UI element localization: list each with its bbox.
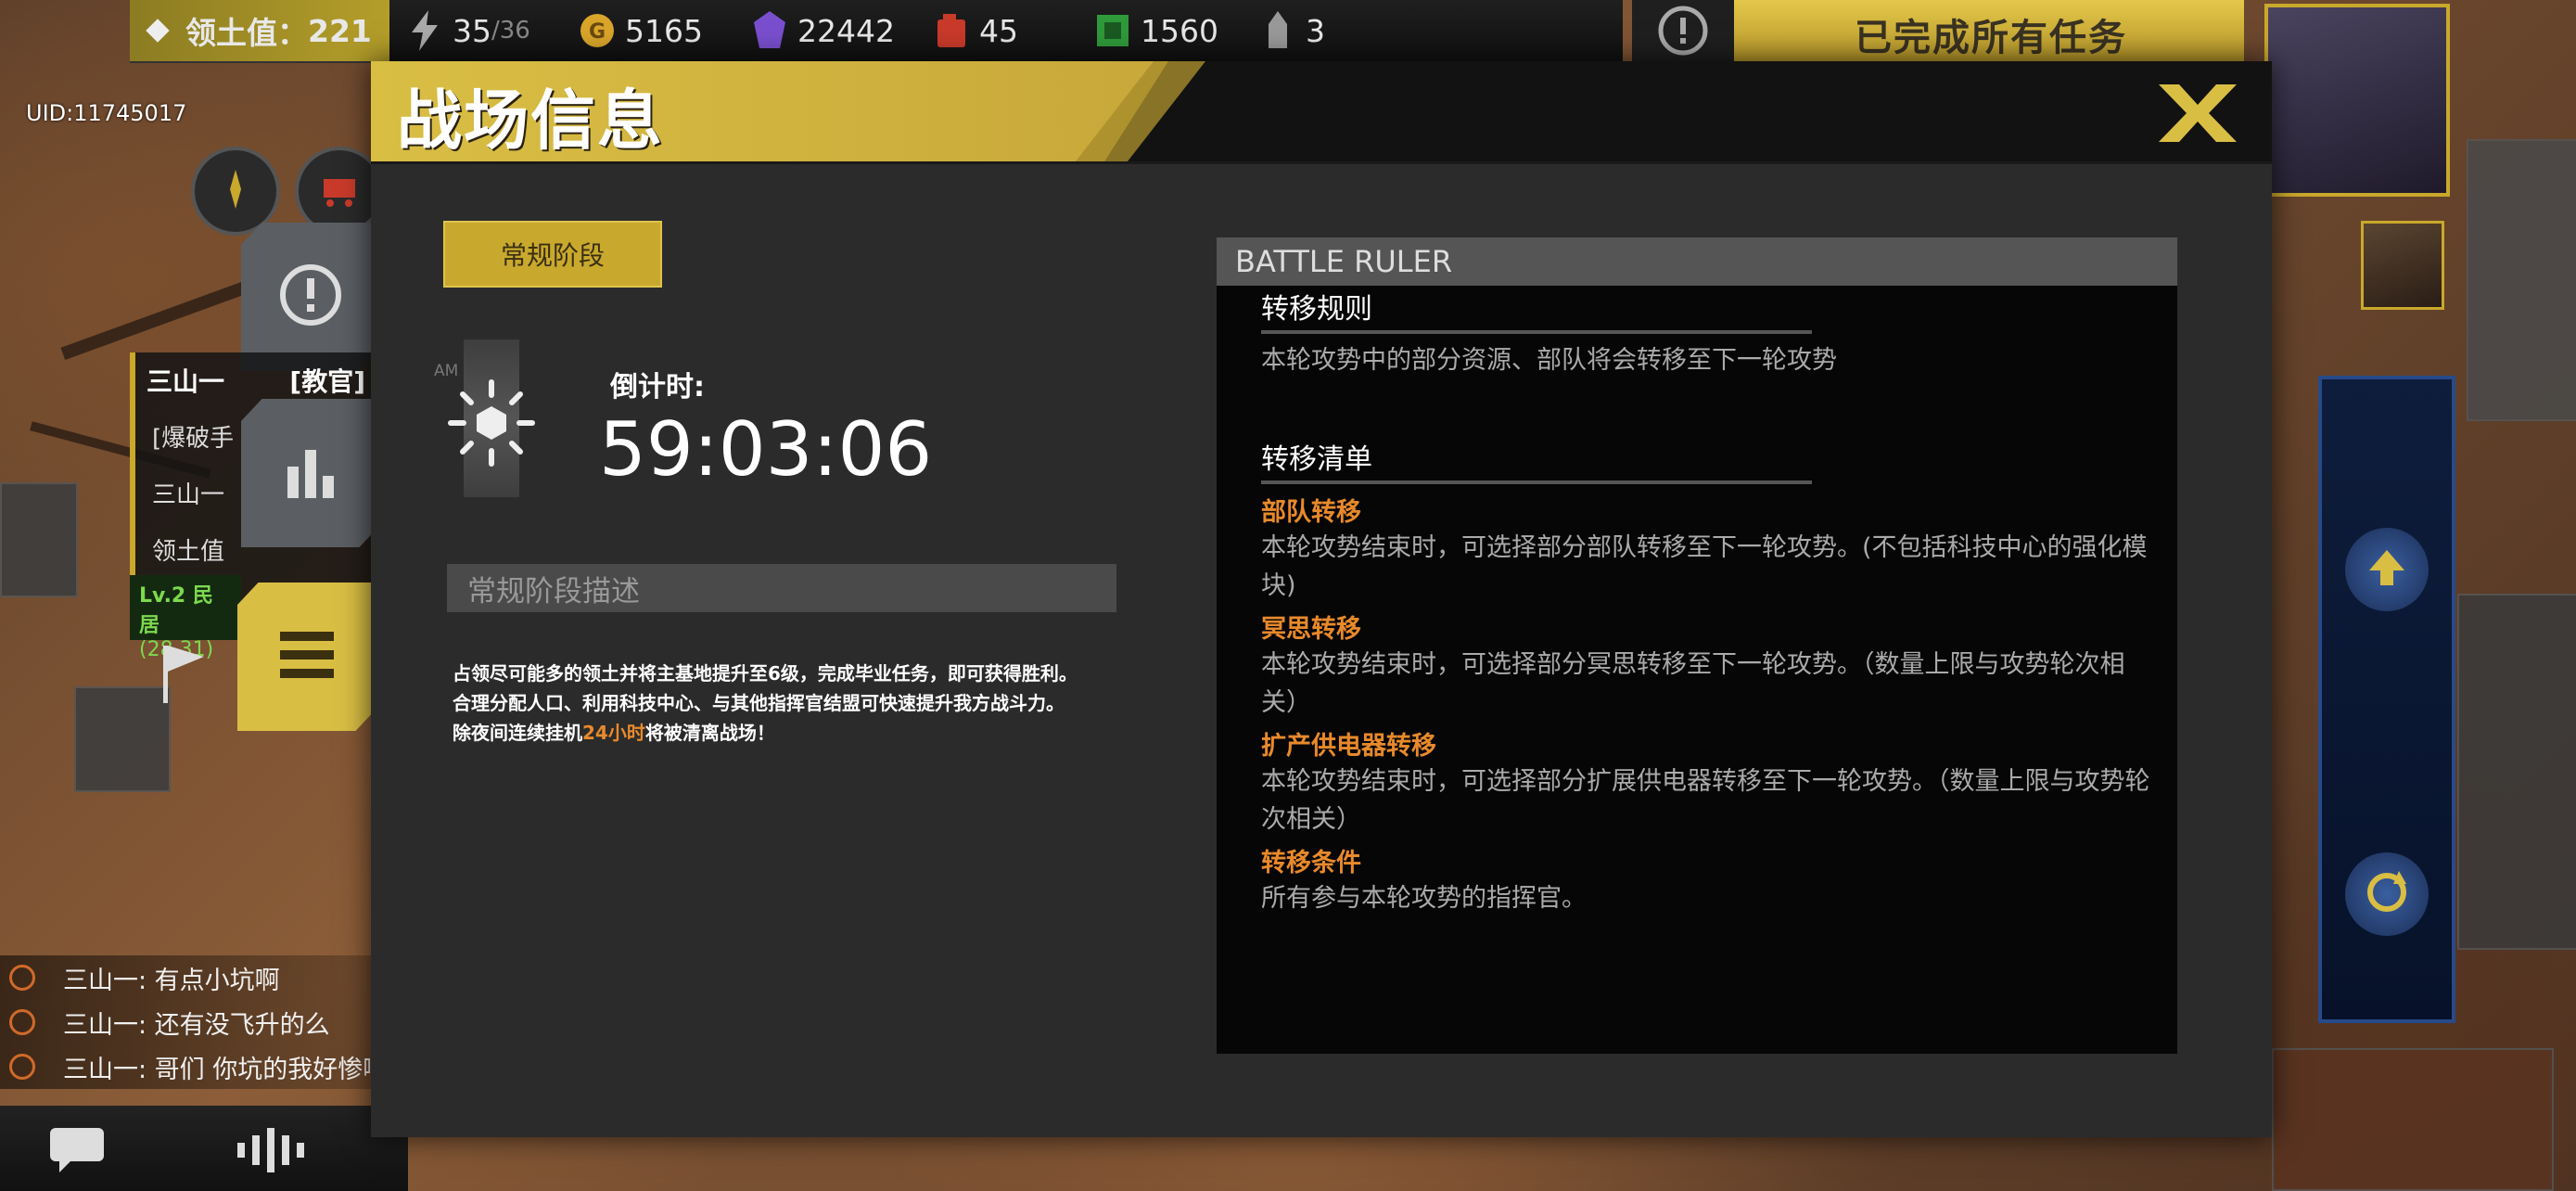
chip-resource[interactable]: 1560 <box>1094 7 1218 54</box>
gold-coin-icon: G <box>579 12 616 49</box>
time-of-day-indicator: AM <box>434 339 555 497</box>
player-name: 三山一 <box>147 366 225 397</box>
energy-max: /36 <box>491 17 530 45</box>
chat-marker-icon <box>9 1054 35 1080</box>
territory-box[interactable]: 领土值： 221 <box>130 0 389 61</box>
chat-icon[interactable] <box>46 1124 108 1180</box>
rules-title: BATTLE RULER <box>1217 237 2177 286</box>
transfer-item-text: 所有参与本轮攻势的指挥官。 <box>1261 884 1587 913</box>
fuel-value: 45 <box>979 12 1018 49</box>
refresh-icon <box>2362 867 2412 921</box>
flag-icon <box>156 646 211 709</box>
transfer-rule-text: 本轮攻势中的部分资源、部队将会转移至下一轮攻势 <box>1261 346 1837 375</box>
chat-message: 三山一: 哥们 你坑的我好惨啊 <box>0 1044 389 1089</box>
commander-avatar[interactable] <box>2264 4 2450 197</box>
ammo-value: 3 <box>1306 12 1325 49</box>
upload-icon <box>2364 544 2410 595</box>
battle-rules-panel[interactable]: BATTLE RULER 转移规则 本轮攻势中的部分资源、部队将会转移至下一轮攻… <box>1217 237 2177 1054</box>
hero-avatar[interactable] <box>2361 221 2444 310</box>
phase-tag[interactable]: 常规阶段 <box>443 221 662 288</box>
user-id: UID:11745017 <box>26 100 187 126</box>
transfer-item-title: 冥思转移 <box>1261 615 1361 644</box>
phase-description-header: 常规阶段描述 <box>447 564 1116 612</box>
voice-icon[interactable] <box>232 1124 325 1180</box>
crystal-value: 22442 <box>797 12 895 49</box>
transfer-item-text: 本轮攻势结束时，可选择部分冥思转移至下一轮攻势。（数量上限与攻势轮次相关） <box>1261 650 2125 717</box>
countdown-timer: 59:03:06 <box>599 406 933 493</box>
energy-icon <box>406 10 443 51</box>
transfer-item-text: 本轮攻势结束时，可选择部分扩展供电器转移至下一轮攻势。（数量上限与攻势轮次相关） <box>1261 767 2150 834</box>
warning-icon <box>1632 0 1734 61</box>
energy-resource[interactable]: 35/36 <box>406 7 530 54</box>
transfer-list-title: 转移清单 <box>1261 443 1372 476</box>
chip-icon <box>1094 12 1131 49</box>
energy-value: 35 <box>453 12 491 49</box>
close-button[interactable] <box>2151 78 2244 152</box>
territory-label: 领土值： <box>185 15 308 51</box>
crystal-resource[interactable]: 22442 <box>751 7 895 54</box>
player-tag: [教官] <box>289 366 365 397</box>
chat-message: 三山一: 有点小坑啊 <box>0 955 389 1000</box>
refresh-button[interactable] <box>2345 852 2429 936</box>
modal-title: 战场信息 <box>397 83 664 159</box>
compass-button[interactable] <box>191 147 280 236</box>
ammo-icon <box>1259 11 1296 49</box>
tasks-label: 已完成所有任务 <box>1855 17 2127 59</box>
level-text: Lv.2 民居 <box>139 584 213 637</box>
flag-button[interactable] <box>156 640 211 709</box>
desc-text-part: 将被清离战场！ <box>644 722 775 744</box>
countdown-label: 倒计时: <box>610 371 705 403</box>
stats-button[interactable] <box>241 399 380 547</box>
shop-icon <box>316 166 363 216</box>
desc-line: 除夜间连续挂机24小时将被清离战场！ <box>453 718 1157 748</box>
chat-text: 三山一: 哥们 你坑的我好惨啊 <box>63 1055 389 1084</box>
level-badge: Lv.2 民居 (28,31) <box>130 575 241 661</box>
diamond-icon <box>139 12 176 49</box>
battlefield-info-modal: 战场信息 常规阶段 AM 倒计时: 59:03:06 常规阶段描述 占领尽可能多… <box>371 61 2272 1137</box>
transfer-item-title: 部队转移 <box>1261 498 1361 527</box>
chip-value: 1560 <box>1141 12 1218 49</box>
menu-button[interactable] <box>237 583 376 731</box>
desc-line: 合理分配人口、利用科技中心、与其他指挥官结盟可快速提升我方战斗力。 <box>453 692 1065 714</box>
fuel-icon <box>933 12 970 49</box>
chat-message: 三山一: 还有没飞升的么 <box>0 1000 389 1044</box>
right-action-panel <box>2318 376 2455 1023</box>
upgrade-button[interactable] <box>2345 528 2429 611</box>
transfer-item-text: 本轮攻势结束时，可选择部分部队转移至下一轮攻势。(不包括科技中心的强化模块) <box>1261 533 2148 600</box>
chat-marker-icon <box>9 1009 35 1035</box>
stats-icon <box>278 439 343 507</box>
chat-toolbar <box>0 1106 408 1191</box>
modal-header: 战场信息 <box>371 61 2272 164</box>
transfer-item-title: 转移条件 <box>1261 849 1361 877</box>
compass-icon <box>212 166 259 216</box>
warning-icon <box>274 258 348 336</box>
svg-text:G: G <box>589 20 606 44</box>
desc-line: 占领尽可能多的领土并将主基地提升至6级，完成毕业任务，即可获得胜利。 <box>453 662 1078 685</box>
section-divider <box>1261 480 1812 484</box>
gold-value: 5165 <box>625 12 703 49</box>
chat-feed[interactable]: 三山一: 有点小坑啊 三山一: 还有没飞升的么 三山一: 哥们 你坑的我好惨啊 <box>0 955 389 1095</box>
desc-text-part: 除夜间连续挂机 <box>453 722 582 744</box>
desc-highlight: 24小时 <box>582 722 645 744</box>
territory-value: 221 <box>308 12 372 49</box>
sun-icon <box>443 375 540 475</box>
crystal-icon <box>751 11 788 49</box>
alert-button[interactable] <box>241 223 380 371</box>
chat-marker-icon <box>9 965 35 991</box>
transfer-item-title: 扩产供电器转移 <box>1261 732 1436 761</box>
close-icon <box>2155 81 2240 149</box>
tasks-banner[interactable]: 已完成所有任务 <box>1632 0 2244 61</box>
gold-resource[interactable]: G 5165 <box>579 7 703 54</box>
chat-text: 三山一: 还有没飞升的么 <box>63 1010 330 1040</box>
fuel-resource[interactable]: 45 <box>933 7 1018 54</box>
ammo-resource[interactable]: 3 <box>1259 7 1325 54</box>
section-divider <box>1261 330 1812 334</box>
transfer-rule-title: 转移规则 <box>1261 293 1372 326</box>
menu-icon <box>274 622 339 691</box>
chat-text: 三山一: 有点小坑啊 <box>63 966 280 995</box>
phase-description: 占领尽可能多的领土并将主基地提升至6级，完成毕业任务，即可获得胜利。 合理分配人… <box>453 659 1157 748</box>
